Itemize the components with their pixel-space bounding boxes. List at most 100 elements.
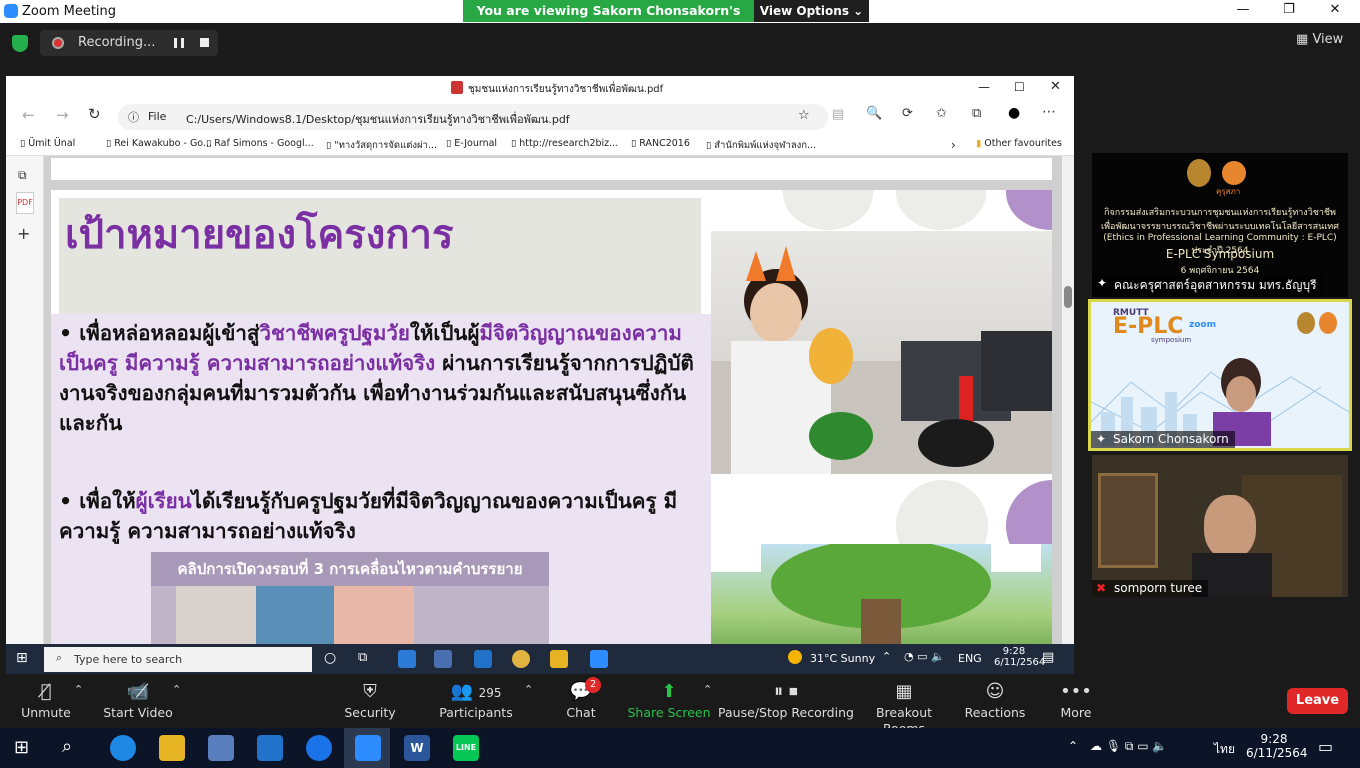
tile1-line: E-PLC Symposium <box>1165 247 1275 261</box>
mail-icon[interactable] <box>474 650 492 668</box>
store-icon[interactable] <box>434 650 452 668</box>
taskbar-search[interactable]: ⌕ Type here to search <box>44 647 312 672</box>
internet-explorer-icon[interactable] <box>306 735 332 761</box>
clip-caption: คลิปการเปิดวงรอบที่ 3 การเคลื่อนไหวตามคำ… <box>151 552 549 586</box>
browser-close-icon[interactable]: ✕ <box>1050 79 1061 94</box>
security-button[interactable]: ⛨ Security <box>320 679 420 721</box>
pause-stop-recording-button[interactable]: ⏸ ⏹ Pause/Stop Recording <box>716 679 856 721</box>
participant-tile-3[interactable]: ✖ somporn turee <box>1092 455 1348 597</box>
reader-icon[interactable]: ▤ <box>832 107 844 122</box>
fav-more-chevron-icon[interactable]: › <box>951 138 956 152</box>
chat-button[interactable]: 💬 Chat <box>531 679 631 721</box>
url-text: C:/Users/Windows8.1/Desktop/ชุมชนแห่งการ… <box>186 113 570 126</box>
minimize-icon[interactable]: — <box>1220 2 1266 22</box>
decor-circle <box>783 190 873 230</box>
zoom-icon[interactable] <box>355 735 381 761</box>
participant-tile-2-active-speaker[interactable]: RMUTT E-PLC zoom symposium ✦ Sakorn Chons… <box>1088 299 1352 451</box>
participant-tile-1[interactable]: คุรุสภา กิจกรรมส่งเสริมกระบวนการชุมชนแห่… <box>1092 153 1348 297</box>
fav-item[interactable]: ▯ RANC2016 <box>631 138 690 149</box>
fav-item[interactable]: ▯ Rei Kawakubo - Go... <box>106 138 212 149</box>
store-icon[interactable] <box>208 735 234 761</box>
scrollbar-thumb[interactable] <box>1064 286 1072 308</box>
fav-item[interactable]: ▯ "ทางวัสดุการจัดแต่งผ่า... <box>326 138 437 153</box>
browser-title-bar: ชุมชนแห่งการเรียนรู้ทางวิชาชีพเพื่อพัฒน.… <box>6 76 1074 100</box>
info-icon: ⓘ <box>128 111 139 124</box>
file-explorer-icon[interactable] <box>159 735 185 761</box>
pdf-side-rail: ⧉ PDF + <box>6 156 44 644</box>
stop-recording-icon[interactable] <box>200 38 209 47</box>
word-icon[interactable]: W <box>404 735 430 761</box>
pdf-scrollbar[interactable] <box>1062 156 1074 644</box>
forward-icon[interactable]: → <box>56 106 69 124</box>
windows-taskbar: ⊞ ⌕ W LINE ⌃ ☁ 🎙 ⧉ ▭ 🔈 ไทย 9:28 6/11/2564… <box>0 728 1360 768</box>
view-options-button[interactable]: View Options ⌄ <box>754 0 869 22</box>
cortana-icon[interactable]: ○ <box>324 650 336 666</box>
search-icon[interactable]: 🔍 <box>866 106 882 121</box>
audio-options-chevron-icon[interactable]: ⌃ <box>74 683 83 696</box>
browser-maximize-icon[interactable]: ☐ <box>1014 80 1025 94</box>
more-button[interactable]: ••• More <box>1026 679 1126 721</box>
tray-up-icon[interactable]: ⌃ <box>882 650 891 663</box>
edge-icon[interactable] <box>110 735 136 761</box>
tree-illustration <box>711 539 1052 644</box>
university-seal-icon <box>1297 312 1315 334</box>
weather-text: 31°C Sunny <box>810 652 876 665</box>
fav-item[interactable]: ▯ Raf Simons - Googl... <box>206 138 314 149</box>
security-shield-icon[interactable] <box>12 35 28 52</box>
favorite-star-icon[interactable]: ☆ <box>798 108 810 123</box>
notification-icon[interactable]: ▭ <box>1318 737 1333 756</box>
tray-up-icon[interactable]: ⌃ <box>1068 739 1078 753</box>
browser-minimize-icon[interactable]: — <box>978 80 990 94</box>
view-button[interactable]: ▦ View <box>1296 32 1356 54</box>
screen-share-banner: You are viewing Sakorn Chonsakorn's scre… <box>463 0 869 40</box>
fav-item[interactable]: ▯ http://research2biz... <box>511 138 618 149</box>
fav-item[interactable]: ▯ สำนักพิมพ์แห่งจุฬาลงก... <box>706 138 816 153</box>
page-view-icon[interactable]: ⧉ <box>18 168 27 183</box>
input-language[interactable]: ไทย <box>1214 740 1235 759</box>
meeting-controls: 🎙̸ Unmute ⌃ 📹̸ Start Video ⌃ ⛨ Security 👥 2… <box>0 675 1360 736</box>
mail-icon[interactable] <box>257 735 283 761</box>
line-icon[interactable]: LINE <box>453 735 479 761</box>
refresh-icon[interactable]: ↻ <box>88 105 101 123</box>
share-options-chevron-icon[interactable]: ⌃ <box>703 683 712 696</box>
chrome-icon[interactable] <box>512 650 530 668</box>
grid-icon: ▦ <box>895 681 913 702</box>
zoom-logo-icon <box>4 4 18 18</box>
sun-icon <box>788 650 802 664</box>
collections-icon[interactable]: ⧉ <box>972 106 981 121</box>
address-bar[interactable]: ⓘ File C:/Users/Windows8.1/Desktop/ชุมชน… <box>118 104 828 130</box>
shared-taskbar: ⊞ ⌕ Type here to search ○ ⧉ 31°C Sunny ⌃… <box>6 644 1074 674</box>
maximize-icon[interactable]: ❐ <box>1266 2 1312 22</box>
shield-icon: ⛨ <box>363 681 377 702</box>
start-icon[interactable]: ⊞ <box>16 650 28 666</box>
people-icon: 👥 295 <box>450 681 502 702</box>
folder-icon[interactable] <box>550 650 568 668</box>
fav-item[interactable]: ▯ Ümit Ünal <box>20 138 75 149</box>
video-options-chevron-icon[interactable]: ⌃ <box>172 683 181 696</box>
tree-svg <box>711 539 1041 644</box>
pdf-slide: เป้าหมายของโครงการ • เพื่อหล่อหลอมผู้เข้… <box>51 190 1052 644</box>
clip-frame <box>334 586 414 644</box>
back-icon[interactable]: ← <box>22 106 35 124</box>
profile-icon[interactable]: ● <box>1008 105 1020 121</box>
zoom-icon[interactable] <box>590 650 608 668</box>
close-icon[interactable]: ✕ <box>1312 2 1358 22</box>
task-view-icon[interactable]: ⧉ <box>358 650 367 665</box>
add-icon[interactable]: + <box>17 224 30 243</box>
fav-item[interactable]: ▯ E-Journal <box>446 138 497 149</box>
extensions-icon[interactable]: ⟳ <box>902 106 913 121</box>
participants-button[interactable]: 👥 295 Participants <box>426 679 526 721</box>
pause-recording-icon[interactable] <box>174 38 184 48</box>
pdf-tab-icon[interactable]: PDF <box>16 192 34 214</box>
notification-icon[interactable]: ▤ <box>1042 650 1054 665</box>
participant-name: ✦ คณะครุศาสตร์อุตสาหกรรม มทร.ธัญบุรี <box>1092 275 1323 297</box>
favorites-icon[interactable]: ✩ <box>936 106 947 121</box>
menu-icon[interactable]: ⋯ <box>1042 104 1056 120</box>
search-icon[interactable]: ⌕ <box>62 736 72 757</box>
leave-button[interactable]: Leave <box>1287 688 1348 714</box>
previous-page-edge <box>51 158 1052 180</box>
edge-icon[interactable] <box>398 650 416 668</box>
windows-start-icon[interactable]: ⊞ <box>14 737 29 758</box>
other-favourites[interactable]: ▮ Other favourites <box>976 138 1062 149</box>
input-language[interactable]: ENG <box>958 652 982 665</box>
